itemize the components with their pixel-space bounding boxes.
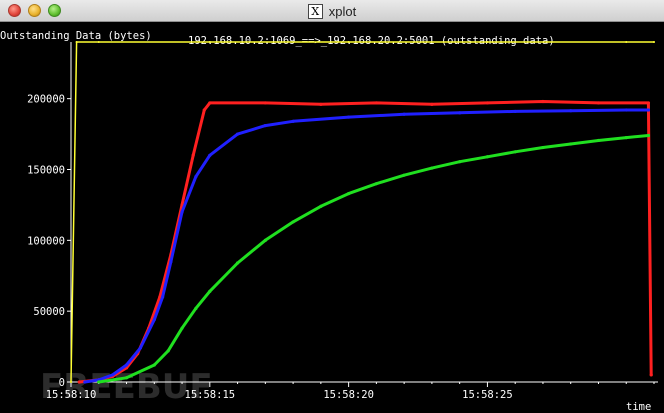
series-2-point (430, 102, 434, 106)
series-4-point (485, 155, 490, 159)
series-3-point (138, 346, 143, 350)
series-4-point (458, 160, 462, 164)
series-2-point (202, 108, 206, 112)
series-2-point (649, 373, 653, 377)
chart-title: 192.168.10.2:1069_==>_192.168.20.2:5001 … (188, 35, 555, 47)
series-4-point (263, 238, 267, 242)
series-4-point (646, 133, 651, 138)
series-4-point (513, 150, 517, 154)
series-4-point (402, 173, 406, 177)
series-3-point (569, 109, 573, 113)
freebuf-watermark: FREEBUF (40, 367, 213, 407)
y-tick-label: 100000 (27, 235, 65, 247)
series-1-point (625, 41, 628, 43)
y-tick-label: 200000 (27, 94, 65, 106)
series-3-point (402, 112, 406, 116)
series-3-point (124, 363, 129, 367)
y-tick-label: 50000 (33, 306, 65, 318)
xplot-window: X xplot FREEBUF Outstanding Data (bytes)… (0, 0, 664, 413)
xplot-chart[interactable]: FREEBUF Outstanding Data (bytes) 192.168… (0, 22, 664, 413)
x-axis-label: time (626, 401, 651, 413)
series-1-point (75, 41, 78, 43)
x-tick-label: 15:58:10 (46, 389, 97, 401)
series-4-point (541, 145, 545, 150)
series-3-point (169, 259, 173, 264)
series-2-point (541, 99, 545, 104)
series-3-point (83, 380, 87, 384)
series-4-point (235, 261, 240, 265)
series-layer (70, 41, 655, 384)
series-1-point (208, 41, 211, 43)
series-4-point (569, 142, 573, 146)
y-axis-label: Outstanding Data (bytes) (0, 30, 152, 42)
series-4-point (97, 380, 101, 384)
series-3-point (347, 115, 351, 119)
series-4-point (347, 191, 351, 196)
series-3-point (180, 210, 184, 214)
y-tick-label: 150000 (27, 165, 65, 177)
series-1-point (347, 41, 350, 43)
series-3-point (235, 132, 240, 136)
series-1-point (97, 41, 100, 43)
series-2-point (485, 101, 490, 105)
series-4-point (319, 204, 323, 208)
series-1-point (653, 41, 655, 43)
series-3-point (458, 111, 462, 115)
series-line-3 (83, 108, 650, 384)
series-1-point (70, 381, 72, 383)
series-4-point (291, 220, 295, 224)
series-line-1 (70, 41, 655, 383)
series-3-point (263, 123, 267, 128)
series-3-point (513, 109, 517, 114)
series-2-point (77, 380, 81, 384)
series-line-4 (97, 134, 650, 384)
title-wrap: X xplot (0, 0, 664, 22)
series-4-point (166, 349, 170, 353)
x-window-icon: X (307, 3, 323, 19)
series-4-point (430, 166, 434, 170)
axes (70, 42, 658, 383)
series-2-point (319, 102, 323, 106)
y-tick-label: 0 (59, 377, 65, 389)
title-bar[interactable]: X xplot (0, 0, 664, 22)
series-3-point (111, 373, 115, 377)
series-2-point (191, 153, 195, 157)
series-4-point (124, 376, 129, 380)
x-tick-label: 15:58:15 (185, 389, 236, 401)
series-3-point (624, 108, 628, 112)
x-tick-label: 15:58:25 (462, 389, 513, 401)
series-2-point (208, 101, 212, 105)
series-4-point (194, 306, 198, 310)
series-3-point (152, 318, 156, 322)
series-2-point (596, 101, 601, 105)
series-4-point (180, 326, 184, 330)
series-3-point (291, 119, 295, 123)
window-title: xplot (328, 3, 357, 19)
y-ticks: 0 50000 100000 150000 200000 (27, 94, 71, 389)
watermark-text: FREEBUF (40, 367, 213, 407)
series-3-point (161, 295, 165, 299)
series-3-point (208, 153, 212, 157)
series-2-point (374, 101, 378, 105)
series-4-point (374, 182, 378, 186)
series-4-point (152, 363, 156, 367)
series-4-point (624, 136, 628, 140)
series-4-point (596, 138, 601, 143)
series-2-point (646, 101, 651, 105)
x-tick-label: 15:58:20 (323, 389, 374, 401)
series-1-point (486, 41, 489, 43)
series-3-point (646, 108, 651, 112)
series-2-point (263, 101, 267, 105)
series-4-point (208, 289, 212, 293)
series-3-point (194, 174, 198, 179)
